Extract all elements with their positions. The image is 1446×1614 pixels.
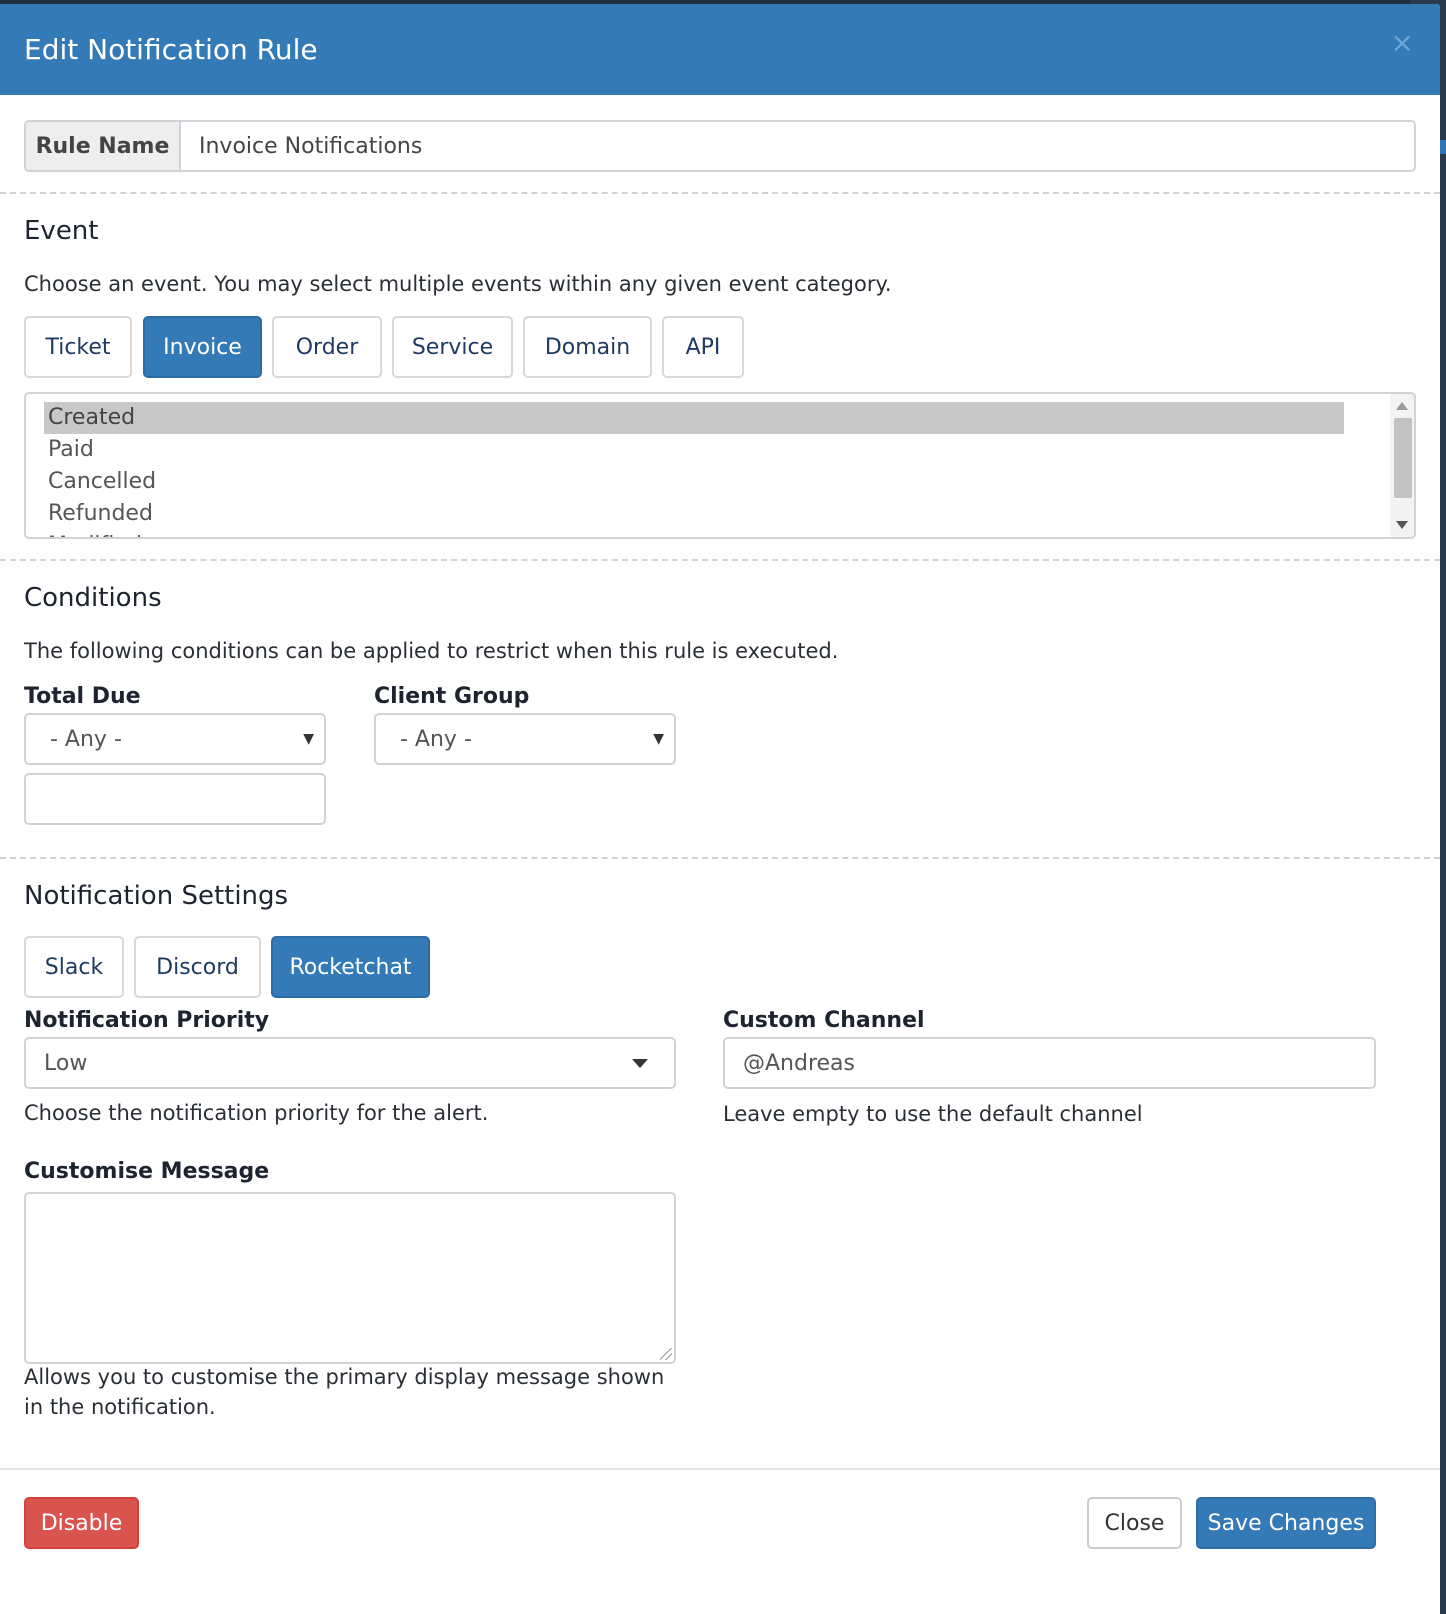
scroll-up-arrow-icon[interactable] bbox=[1396, 402, 1408, 410]
section-divider bbox=[0, 857, 1440, 859]
event-tab-api[interactable]: API bbox=[662, 316, 744, 378]
priority-select[interactable]: Low bbox=[24, 1037, 676, 1089]
customise-message-label: Customise Message bbox=[24, 1159, 270, 1184]
customise-message-help: Allows you to customise the primary disp… bbox=[24, 1365, 665, 1419]
event-tab-service[interactable]: Service bbox=[392, 316, 513, 378]
modal-header: Edit Notification Rule × bbox=[0, 4, 1440, 95]
close-button[interactable]: Close bbox=[1087, 1497, 1182, 1549]
priority-selected-value: Low bbox=[44, 1050, 88, 1076]
conditions-description: The following conditions can be applied … bbox=[24, 639, 839, 663]
caret-down-icon bbox=[632, 1059, 648, 1068]
total-due-label: Total Due bbox=[24, 684, 141, 709]
event-option-cancelled[interactable]: Cancelled bbox=[44, 466, 1344, 498]
save-changes-button[interactable]: Save Changes bbox=[1196, 1497, 1376, 1549]
provider-tab-discord[interactable]: Discord bbox=[134, 936, 261, 998]
event-option-created[interactable]: Created bbox=[44, 402, 1344, 434]
customise-message-textarea[interactable] bbox=[24, 1192, 676, 1364]
total-due-selected-value: - Any - bbox=[50, 726, 122, 752]
disable-button[interactable]: Disable bbox=[24, 1497, 139, 1549]
client-group-label: Client Group bbox=[374, 684, 530, 709]
priority-help: Choose the notification priority for the… bbox=[24, 1101, 489, 1125]
custom-channel-help: Leave empty to use the default channel bbox=[723, 1102, 1143, 1126]
total-due-input[interactable] bbox=[24, 773, 326, 825]
notification-settings-title: Notification Settings bbox=[24, 881, 289, 911]
client-group-selected-value: - Any - bbox=[400, 726, 472, 752]
section-divider bbox=[0, 559, 1440, 561]
event-description: Choose an event. You may select multiple… bbox=[24, 272, 892, 296]
event-section-title: Event bbox=[24, 216, 99, 246]
close-icon[interactable]: × bbox=[1391, 28, 1414, 58]
scroll-thumb[interactable] bbox=[1394, 418, 1412, 498]
provider-tab-rocketchat[interactable]: Rocketchat bbox=[271, 936, 430, 998]
rule-name-group: Rule Name bbox=[24, 120, 1416, 172]
edit-notification-rule-modal: Edit Notification Rule × Rule Name Event… bbox=[0, 4, 1440, 1614]
event-listbox[interactable]: Created Paid Cancelled Refunded Modified bbox=[24, 392, 1416, 539]
conditions-section-title: Conditions bbox=[24, 583, 162, 613]
section-divider bbox=[0, 192, 1440, 194]
client-group-select[interactable]: - Any - ▼ bbox=[374, 713, 676, 765]
event-tab-order[interactable]: Order bbox=[272, 316, 382, 378]
custom-channel-input[interactable]: @Andreas bbox=[723, 1037, 1376, 1089]
event-tab-ticket[interactable]: Ticket bbox=[24, 316, 132, 378]
caret-down-icon: ▼ bbox=[303, 731, 314, 747]
priority-label: Notification Priority bbox=[24, 1008, 270, 1033]
caret-down-icon: ▼ bbox=[653, 731, 664, 747]
listbox-scrollbar[interactable] bbox=[1390, 394, 1414, 537]
provider-tab-slack[interactable]: Slack bbox=[24, 936, 124, 998]
event-list-items: Created Paid Cancelled Refunded Modified bbox=[44, 402, 1344, 537]
event-tab-invoice[interactable]: Invoice bbox=[143, 316, 262, 378]
event-option-paid[interactable]: Paid bbox=[44, 434, 1344, 466]
scroll-down-arrow-icon[interactable] bbox=[1396, 521, 1408, 529]
event-option-modified[interactable]: Modified bbox=[44, 530, 1344, 537]
rule-name-input[interactable] bbox=[181, 122, 1414, 170]
resize-grip-icon[interactable] bbox=[660, 1348, 672, 1360]
modal-title: Edit Notification Rule bbox=[24, 33, 318, 66]
rule-name-label: Rule Name bbox=[26, 122, 181, 170]
modal-footer: Disable Close Save Changes bbox=[0, 1468, 1440, 1614]
event-tab-domain[interactable]: Domain bbox=[523, 316, 652, 378]
custom-channel-label: Custom Channel bbox=[723, 1008, 925, 1033]
event-option-refunded[interactable]: Refunded bbox=[44, 498, 1344, 530]
total-due-select[interactable]: - Any - ▼ bbox=[24, 713, 326, 765]
